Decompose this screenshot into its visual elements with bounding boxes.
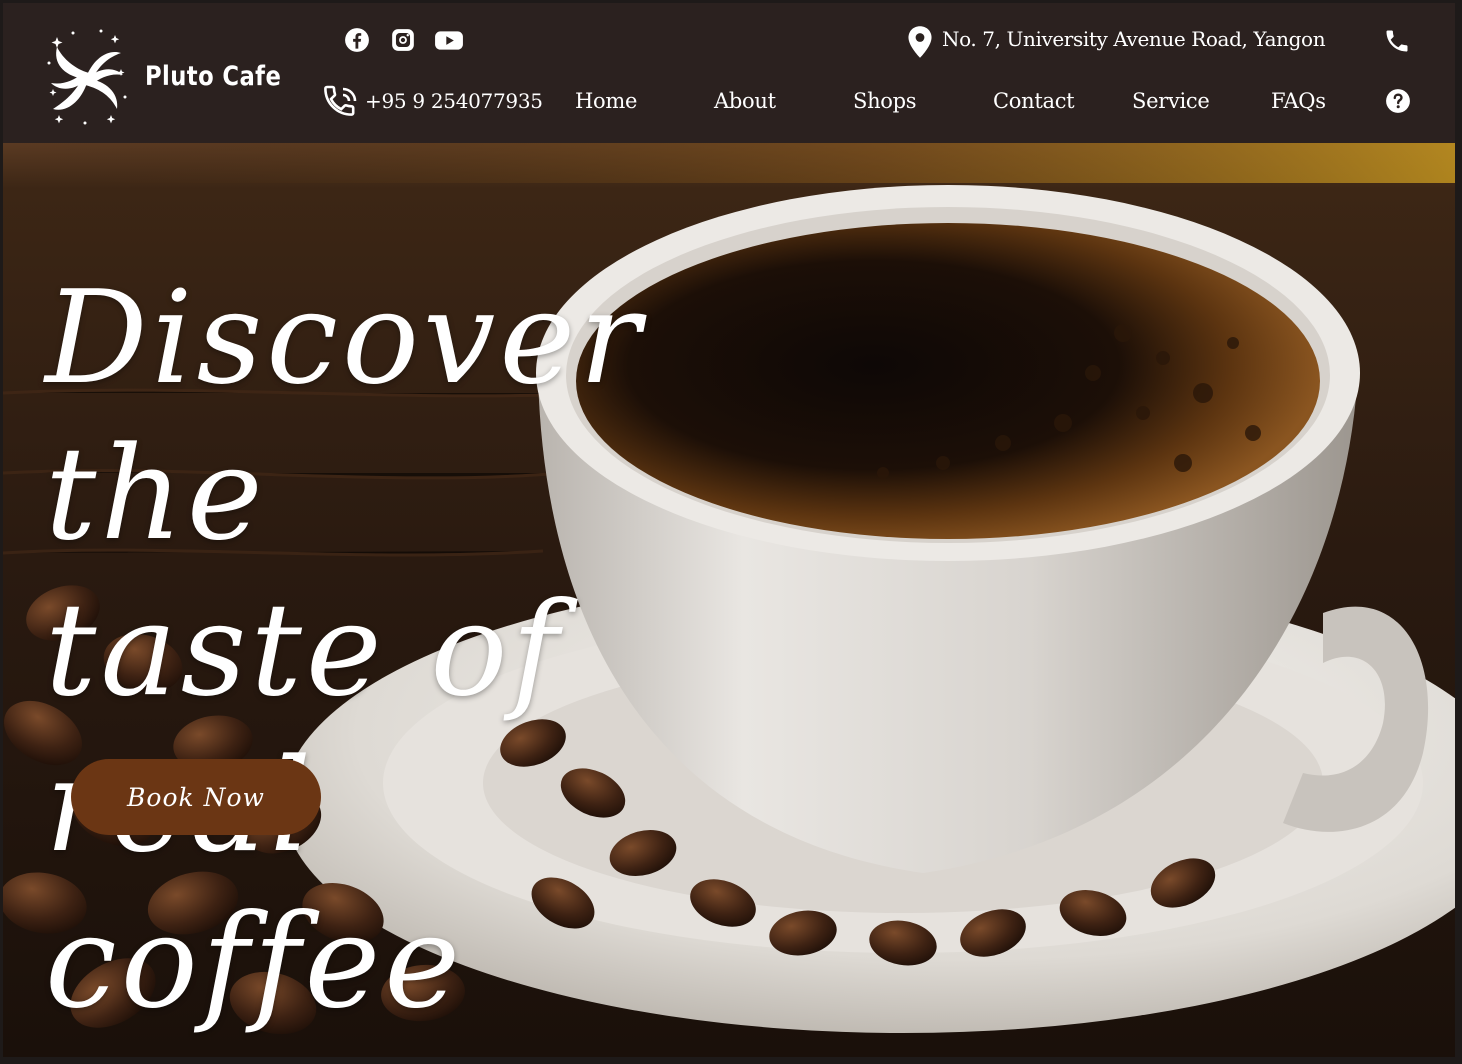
page-frame: Pluto Cafe No. 7, University Avenue Road… [3, 3, 1455, 1057]
phone-icon[interactable] [1383, 27, 1411, 55]
hero-section: Discover the taste of real coffee Book N… [3, 143, 1455, 1057]
nav-contact[interactable]: Contact [993, 89, 1075, 113]
pluto-logo[interactable] [45, 27, 129, 127]
phone-number[interactable]: +95 9 254077935 [365, 89, 543, 113]
site-header: Pluto Cafe No. 7, University Avenue Road… [3, 3, 1455, 143]
nav-service[interactable]: Service [1132, 89, 1210, 113]
instagram-icon[interactable] [390, 27, 416, 53]
help-icon[interactable] [1385, 88, 1411, 114]
hero-headline: Discover the taste of real coffee [45, 261, 865, 1041]
hero-headline-line-2: taste of real [45, 576, 563, 881]
nav-faqs[interactable]: FAQs [1271, 89, 1326, 113]
brand-name[interactable]: Pluto Cafe [145, 61, 281, 92]
nav-home[interactable]: Home [575, 89, 637, 113]
nav-about[interactable]: About [714, 89, 776, 113]
phone-call-icon [324, 85, 357, 116]
book-now-button[interactable]: Book Now [71, 759, 321, 835]
address-text: No. 7, University Avenue Road, Yangon [942, 27, 1326, 51]
nav-shops[interactable]: Shops [853, 89, 917, 113]
location-pin-icon [908, 26, 932, 58]
hero-headline-line-1: Discover the [45, 264, 645, 569]
hero-headline-line-3: coffee [45, 888, 464, 1037]
youtube-icon[interactable] [434, 27, 464, 53]
facebook-icon[interactable] [344, 27, 370, 53]
